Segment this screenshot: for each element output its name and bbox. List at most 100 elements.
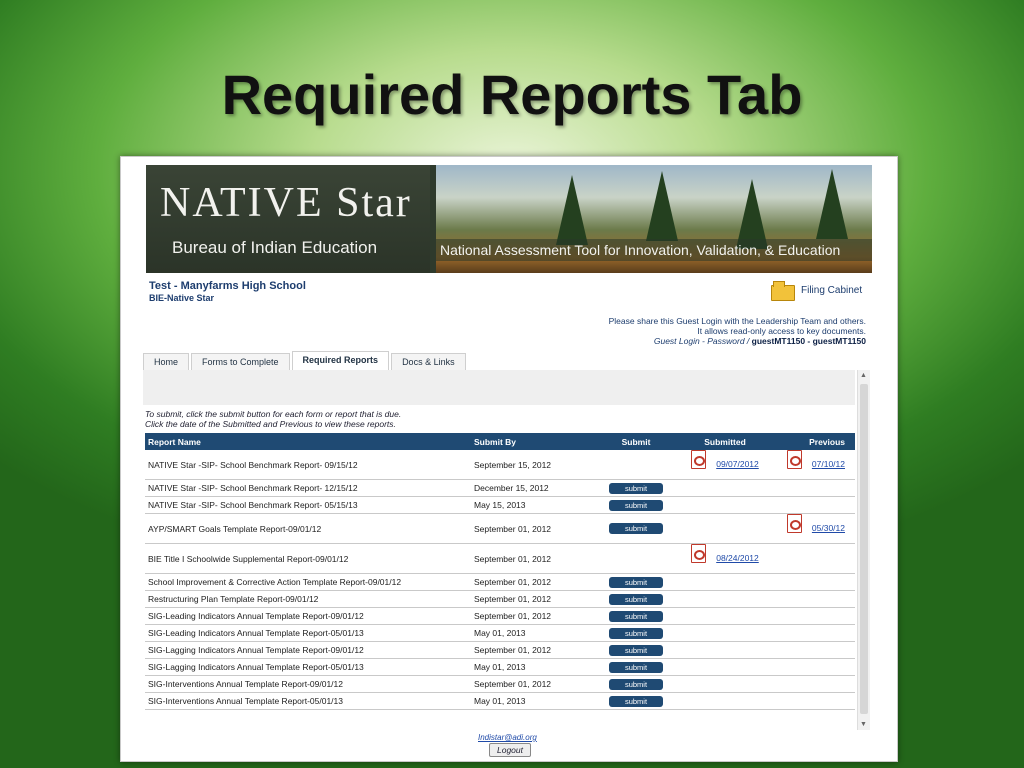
instructions: To submit, click the submit button for e… [145, 409, 401, 429]
scroll-up-icon[interactable]: ▲ [860, 372, 867, 379]
previous-cell [779, 675, 855, 693]
submitted-cell: 09/07/2012 [671, 450, 779, 480]
previous-cell [779, 641, 855, 659]
table-row: SIG-Lagging Indicators Annual Template R… [145, 658, 855, 676]
submit-cell: submit [601, 479, 671, 497]
report-name-cell: SIG-Lagging Indicators Annual Template R… [145, 658, 471, 676]
scrollbar-thumb[interactable] [860, 384, 868, 714]
banner-tagline: National Assessment Tool for Innovation,… [436, 239, 872, 261]
tab-required-reports[interactable]: Required Reports [291, 351, 390, 370]
submit-cell: submit [601, 607, 671, 625]
banner-subtitle: Bureau of Indian Education [172, 238, 378, 257]
submit-button[interactable]: submit [609, 661, 663, 673]
column-header-submit: Submit [601, 433, 671, 450]
submit-button[interactable]: submit [609, 644, 663, 656]
submit-button[interactable]: submit [609, 593, 663, 605]
report-name-cell: AYP/SMART Goals Template Report-09/01/12 [145, 513, 471, 544]
guest-credentials-value: guestMT1150 - guestMT1150 [751, 336, 866, 346]
submit-button[interactable]: submit [609, 482, 663, 494]
submit-by-cell: September 01, 2012 [471, 675, 601, 693]
submit-button[interactable]: submit [609, 499, 663, 511]
submitted-report-link[interactable]: 08/24/2012 [691, 544, 759, 563]
previous-report-link[interactable]: 07/10/12 [786, 450, 845, 469]
previous-cell [779, 479, 855, 497]
submit-by-cell: May 01, 2013 [471, 624, 601, 642]
report-rows: NATIVE Star -SIP- School Benchmark Repor… [145, 450, 855, 710]
submitted-date[interactable]: 09/07/2012 [716, 459, 759, 469]
submit-by-cell: May 01, 2013 [471, 692, 601, 710]
submitted-cell [671, 513, 779, 544]
submit-button[interactable]: submit [609, 695, 663, 707]
column-header-previous: Previous [779, 433, 855, 450]
submit-button[interactable]: submit [609, 523, 663, 534]
previous-report-link[interactable]: 05/30/12 [786, 514, 845, 533]
submit-button[interactable]: submit [609, 627, 663, 639]
submit-by-cell: September 01, 2012 [471, 641, 601, 659]
reports-table: Report Name Submit By Submit Submitted P… [145, 433, 855, 710]
submit-button[interactable]: submit [609, 678, 663, 690]
submit-cell: submit [601, 590, 671, 608]
previous-cell [779, 624, 855, 642]
submit-cell: submit [601, 658, 671, 676]
previous-date[interactable]: 05/30/12 [812, 523, 845, 533]
column-header-report-name: Report Name [145, 433, 471, 450]
tab-forms-to-complete[interactable]: Forms to Complete [191, 353, 290, 370]
submit-cell: submit [601, 624, 671, 642]
scroll-down-icon[interactable]: ▼ [860, 721, 867, 728]
submit-by-cell: September 01, 2012 [471, 590, 601, 608]
filing-cabinet-link[interactable]: Filing Cabinet [771, 281, 862, 301]
column-header-submitted: Submitted [671, 433, 779, 450]
previous-cell [779, 543, 855, 574]
submit-by-cell: September 15, 2012 [471, 450, 601, 480]
submit-button[interactable]: submit [609, 576, 663, 588]
submit-by-cell: December 15, 2012 [471, 479, 601, 497]
pdf-icon [691, 544, 707, 563]
submitted-cell [671, 624, 779, 642]
submitted-cell [671, 479, 779, 497]
submitted-cell [671, 641, 779, 659]
submit-by-cell: September 01, 2012 [471, 543, 601, 574]
panel-header-shade [143, 370, 855, 405]
table-row: NATIVE Star -SIP- School Benchmark Repor… [145, 450, 855, 480]
submitted-cell [671, 607, 779, 625]
submit-cell [601, 450, 671, 480]
tab-docs-links[interactable]: Docs & Links [391, 353, 466, 370]
report-name-cell: SIG-Leading Indicators Annual Template R… [145, 624, 471, 642]
submit-cell [601, 543, 671, 574]
table-row: Restructuring Plan Template Report-09/01… [145, 590, 855, 608]
tree-graphic [816, 169, 848, 239]
submit-button[interactable]: submit [609, 610, 663, 622]
previous-cell [779, 496, 855, 514]
submitted-cell [671, 658, 779, 676]
submitted-cell [671, 590, 779, 608]
tab-home[interactable]: Home [143, 353, 190, 370]
submitted-cell [671, 496, 779, 514]
previous-date[interactable]: 07/10/12 [812, 459, 845, 469]
logout-button[interactable]: Logout [489, 743, 531, 757]
previous-cell [779, 658, 855, 676]
guest-login-label: Guest Login - Password / [653, 336, 750, 346]
site-banner: NATIVE Star Bureau of Indian Education N… [146, 165, 872, 273]
tree-graphic [556, 175, 588, 245]
guest-info-line: Please share this Guest Login with the L… [608, 316, 866, 326]
table-row: SIG-Lagging Indicators Annual Template R… [145, 641, 855, 659]
email-link[interactable]: Indistar@adi.org [478, 733, 537, 742]
submitted-report-link[interactable]: 09/07/2012 [691, 450, 759, 469]
submitted-date[interactable]: 08/24/2012 [716, 553, 759, 563]
previous-cell [779, 692, 855, 710]
submitted-cell [671, 692, 779, 710]
guest-login-info: Please share this Guest Login with the L… [609, 316, 866, 346]
scrollbar[interactable]: ▲ ▼ [857, 370, 870, 730]
submit-cell: submit [601, 573, 671, 591]
pdf-icon [786, 450, 802, 469]
app-screenshot: NATIVE Star Bureau of Indian Education N… [120, 156, 898, 762]
instruction-line: Click the date of the Submitted and Prev… [145, 419, 396, 429]
report-name-cell: SIG-Interventions Annual Template Report… [145, 692, 471, 710]
previous-cell [779, 607, 855, 625]
org-name: BIE-Native Star [149, 293, 215, 303]
guest-info-line: It allows read-only access to key docume… [697, 326, 866, 336]
folder-icon [771, 281, 795, 301]
table-row: SIG-Leading Indicators Annual Template R… [145, 624, 855, 642]
table-row: SIG-Leading Indicators Annual Template R… [145, 607, 855, 625]
previous-cell: 05/30/12 [779, 513, 855, 544]
